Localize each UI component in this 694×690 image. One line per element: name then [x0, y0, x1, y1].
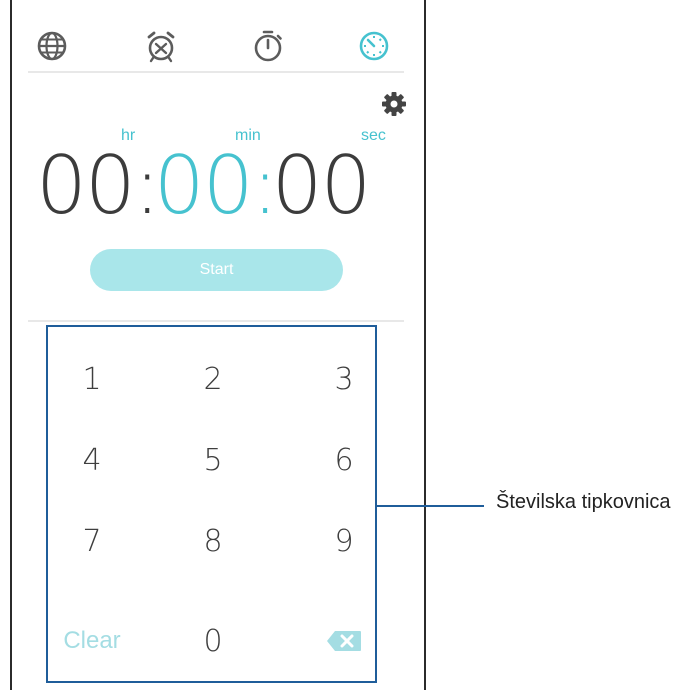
device-frame-left — [10, 0, 12, 690]
key-6[interactable]: 6 — [304, 430, 384, 490]
start-button[interactable]: Start — [90, 249, 343, 291]
hours-value[interactable]: 00 — [36, 136, 136, 236]
callout-label: Številska tipkovnica — [496, 491, 671, 513]
alarm-clock-icon — [147, 31, 175, 63]
key-7[interactable]: 7 — [52, 511, 132, 571]
tab-bar — [28, 22, 404, 70]
tab-timer[interactable] — [350, 22, 398, 70]
key-5[interactable]: 5 — [173, 430, 253, 490]
timer-icon — [359, 31, 389, 61]
timer-display: 00 : 00 : 00 — [36, 136, 372, 236]
key-9[interactable]: 9 — [304, 511, 384, 571]
clear-button[interactable]: Clear — [52, 611, 132, 671]
tab-divider — [28, 71, 404, 73]
backspace-icon — [327, 631, 361, 651]
tab-stopwatch[interactable] — [244, 22, 292, 70]
tab-alarm[interactable] — [137, 22, 185, 70]
globe-icon — [37, 31, 67, 61]
gear-icon — [382, 92, 406, 116]
time-separator: : — [133, 139, 161, 232]
key-3[interactable]: 3 — [304, 349, 384, 409]
key-2[interactable]: 2 — [173, 349, 253, 409]
stopwatch-icon — [254, 30, 282, 62]
key-0[interactable]: 0 — [173, 611, 253, 671]
key-8[interactable]: 8 — [173, 511, 253, 571]
key-4[interactable]: 4 — [52, 430, 132, 490]
section-divider — [28, 320, 404, 322]
numeric-keypad: 1 2 3 4 5 6 7 8 9 Clear 0 — [46, 325, 377, 683]
device-frame-right — [424, 0, 426, 690]
seconds-value[interactable]: 00 — [272, 136, 372, 236]
minutes-value[interactable]: 00 — [154, 136, 254, 236]
backspace-button[interactable] — [304, 611, 384, 671]
key-1[interactable]: 1 — [52, 349, 132, 409]
time-separator: : — [251, 139, 279, 232]
callout-line — [376, 505, 484, 507]
settings-button[interactable] — [380, 90, 408, 118]
tab-world-clock[interactable] — [28, 22, 76, 70]
